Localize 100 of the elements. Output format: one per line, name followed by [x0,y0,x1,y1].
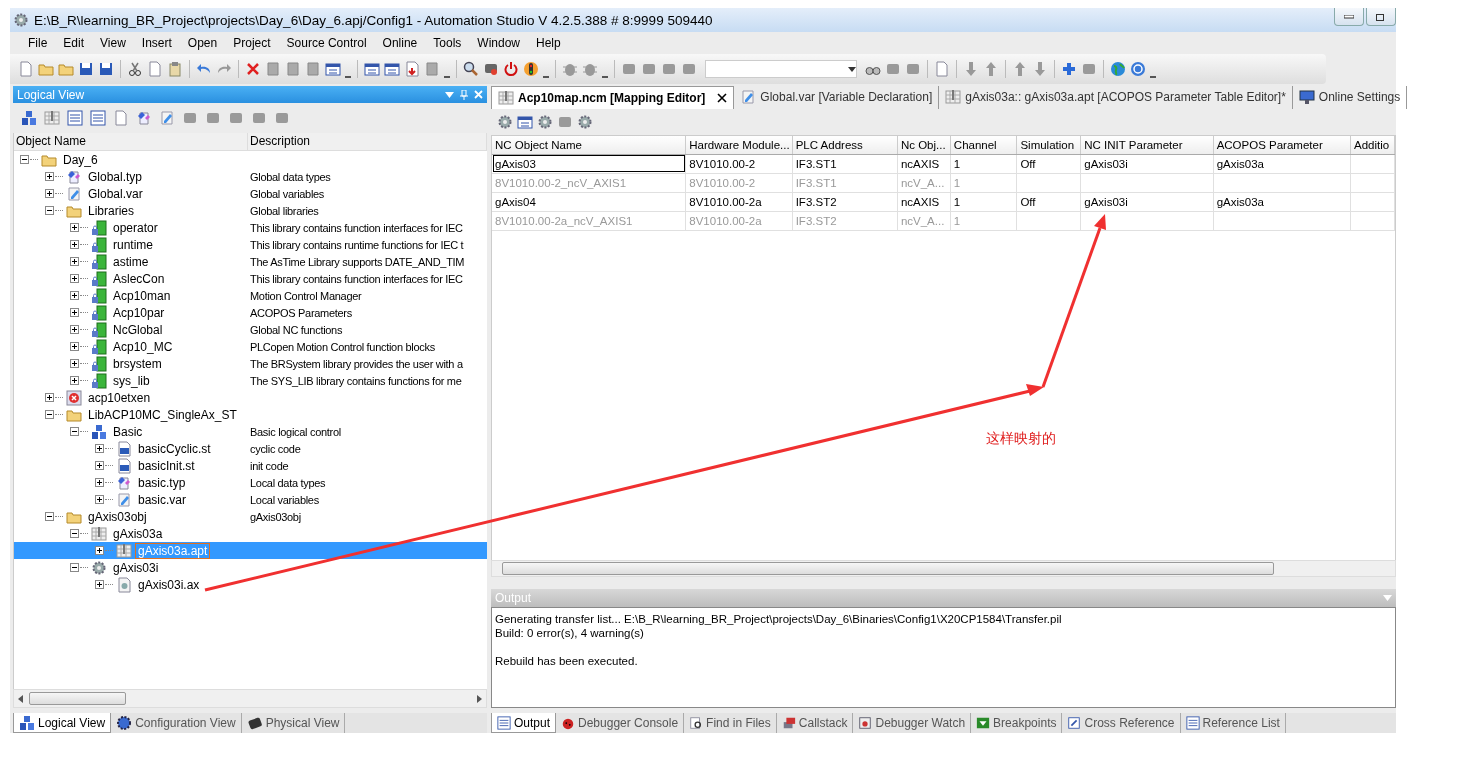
editor-tab[interactable]: Acp10map.ncm [Mapping Editor] [491,86,735,109]
panel-tab[interactable]: Callstack [776,713,854,733]
expand-toggle[interactable] [70,223,79,232]
expand-toggle[interactable] [20,155,29,164]
tree-item[interactable]: gAxis03a [111,526,165,541]
menu-item[interactable]: Tools [425,36,470,50]
scroll-right-icon[interactable] [477,694,482,703]
column-header[interactable]: ACOPOS Parameter [1213,135,1351,155]
combo-field[interactable] [705,60,857,78]
calendar-icon[interactable] [384,61,400,77]
scroll-left-icon[interactable] [18,694,23,703]
tree-item[interactable]: operator [111,220,160,235]
column-header[interactable]: PLC Address [792,135,898,155]
arrow-down-icon[interactable] [1032,61,1048,77]
expand-toggle[interactable] [70,342,79,351]
gear-icon[interactable] [497,113,513,130]
expand-toggle[interactable] [70,359,79,368]
plus-icon[interactable] [1061,61,1077,77]
scroll-thumb[interactable] [502,562,1274,576]
expand-toggle[interactable] [45,410,54,419]
expand-toggle[interactable] [45,512,54,521]
view-tab[interactable]: Physical View [241,713,346,733]
menu-item[interactable]: File [20,36,56,50]
expand-toggle[interactable] [70,325,79,334]
expand-toggle[interactable] [70,563,79,572]
panel-tab[interactable]: Cross Reference [1062,713,1181,733]
tree-item[interactable]: astime [111,254,151,269]
data-type-icon[interactable] [136,110,152,126]
expand-toggle[interactable] [95,461,104,470]
expand-toggle[interactable] [70,257,79,266]
tree-item[interactable]: sys_lib [111,373,152,388]
tree-item[interactable]: gAxis03i [111,560,161,575]
expand-toggle[interactable] [95,495,104,504]
tree-item[interactable]: Global.typ [86,169,145,184]
monitor-icon[interactable] [483,61,499,77]
panel-tab[interactable]: Output [491,713,557,733]
sort-up-icon[interactable] [983,61,999,77]
globe-icon[interactable] [1110,61,1126,77]
traffic-light-icon[interactable] [523,61,539,77]
tree-item[interactable]: Libraries [86,203,137,218]
panel-tab[interactable]: Debugger Watch [853,713,972,733]
horizontal-scrollbar[interactable] [13,689,487,708]
panel-tab[interactable]: Reference List [1180,713,1286,733]
tree-item[interactable]: Global.var [86,186,145,201]
cut-icon[interactable] [127,61,143,77]
tree-item[interactable]: gAxis03obj [86,509,149,524]
menu-item[interactable]: Source Control [278,36,375,50]
editor-tab[interactable]: Online Settings [1292,86,1408,109]
column-header[interactable]: Channel [950,135,1017,155]
tree-item[interactable]: basicCyclic.st [136,441,213,456]
tree-item[interactable]: AslecCon [111,271,167,286]
expand-toggle[interactable] [45,172,54,181]
expand-toggle[interactable] [70,240,79,249]
close-icon[interactable] [717,93,728,103]
column-header[interactable]: Description [248,133,487,150]
expand-toggle[interactable] [70,427,79,436]
tree-item[interactable]: basic.typ [136,475,188,490]
menu-item[interactable]: Insert [133,36,180,50]
save-all-icon[interactable] [98,61,114,77]
menu-item[interactable]: Project [225,36,279,50]
menu-item[interactable]: Open [179,36,226,50]
square-icon[interactable] [1081,61,1097,77]
menu-item[interactable]: View [92,36,134,50]
arrow-up-icon[interactable] [1012,61,1028,77]
package-icon[interactable] [21,110,37,126]
horizontal-scrollbar[interactable] [491,560,1396,578]
menu-item[interactable]: Online [374,36,426,50]
tree-item[interactable]: brsystem [111,356,164,371]
save-icon[interactable] [78,61,94,77]
tree-item[interactable]: NcGlobal [111,322,165,337]
bug-icon[interactable] [562,61,578,77]
square-icon[interactable] [661,61,677,77]
panel-tab[interactable]: Debugger Console [556,713,685,733]
download-icon[interactable] [404,61,420,77]
delete-icon[interactable] [245,61,261,77]
tree-item[interactable]: runtime [111,237,155,252]
power-icon[interactable] [503,61,519,77]
tree-item[interactable]: Acp10_MC [111,339,175,354]
square-icon[interactable] [905,61,921,77]
expand-toggle[interactable] [95,546,104,555]
calendar-icon[interactable] [364,61,380,77]
menu-item[interactable]: Window [469,36,528,50]
column-header[interactable]: Nc Obj... [897,135,951,155]
list-icon[interactable] [67,110,83,126]
expand-toggle[interactable] [45,189,54,198]
expand-toggle[interactable] [95,580,104,589]
expand-toggle[interactable] [70,376,79,385]
restore-button[interactable] [1366,8,1396,26]
tree-item[interactable]: LibACP10MC_SingleAx_ST [86,407,239,422]
expand-toggle[interactable] [45,393,54,402]
tree-item[interactable]: Day_6 [61,152,100,167]
dropdown-icon[interactable] [445,91,454,98]
paste-icon[interactable] [167,61,183,77]
view-tab[interactable]: Configuration View [111,713,242,733]
list-icon[interactable] [90,110,106,126]
view-tab[interactable]: Logical View [13,713,112,733]
tree-item[interactable]: Acp10man [111,288,173,303]
square-icon[interactable] [681,61,697,77]
table-icon[interactable] [44,110,60,126]
tree-item[interactable]: Basic [111,424,145,439]
